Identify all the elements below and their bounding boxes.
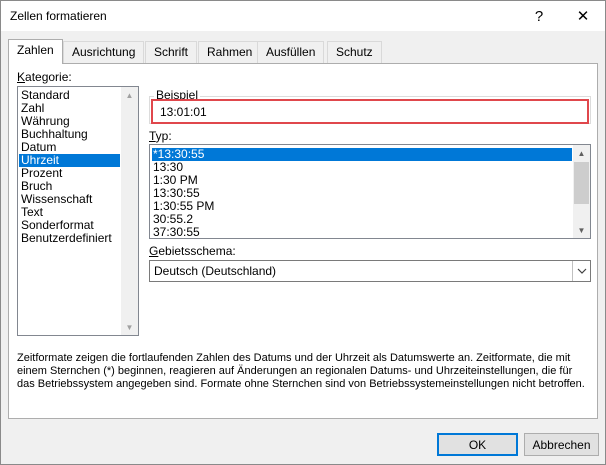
list-item[interactable]: Benutzerdefiniert — [19, 232, 120, 245]
list-item[interactable]: 1:30:55 PM — [152, 200, 572, 213]
category-label: Kategorie: — [17, 70, 72, 84]
sample-value: 13:01:01 — [160, 105, 207, 119]
close-icon: ✕ — [576, 8, 590, 25]
tab-zahlen[interactable]: Zahlen — [8, 39, 63, 64]
scroll-down-arrow-icon[interactable]: ▼ — [573, 222, 590, 238]
tab-panel-zahlen: Kategorie: Standard Zahl Währung Buchhal… — [8, 63, 598, 419]
type-list[interactable]: *13:30:55 13:30 1:30 PM 13:30:55 1:30:55… — [149, 144, 591, 239]
category-scrollbar[interactable]: ▲ ▼ — [121, 87, 138, 335]
scroll-thumb[interactable] — [574, 162, 589, 204]
format-cells-dialog: Zellen formatieren ? ✕ Zahlen Ausrichtun… — [0, 0, 606, 465]
list-item[interactable]: 30:55.2 — [152, 213, 572, 226]
list-item[interactable]: 37:30:55 — [152, 226, 572, 239]
close-button[interactable]: ✕ — [561, 1, 605, 31]
list-item-selected[interactable]: *13:30:55 — [152, 148, 572, 161]
sample-highlight-box: 13:01:01 — [151, 99, 589, 124]
scroll-up-arrow-icon[interactable]: ▲ — [573, 145, 590, 161]
locale-value: Deutsch (Deutschland) — [154, 264, 277, 278]
dialog-title: Zellen formatieren — [10, 9, 107, 23]
list-item[interactable]: 13:30:55 — [152, 187, 572, 200]
format-description: Zeitformate zeigen die fortlaufenden Zah… — [17, 352, 585, 390]
list-item[interactable]: 1:30 PM — [152, 174, 572, 187]
tab-schutz[interactable]: Schutz — [327, 41, 382, 63]
scroll-down-arrow-icon[interactable]: ▼ — [121, 319, 138, 335]
type-label: Typ: — [149, 129, 172, 143]
locale-label: Gebietsschema: — [149, 244, 236, 258]
tab-ausrichtung[interactable]: Ausrichtung — [63, 41, 145, 63]
locale-dropdown[interactable]: Deutsch (Deutschland) — [149, 260, 591, 282]
tab-ausfuellen[interactable]: Ausfüllen — [257, 41, 325, 63]
cancel-button[interactable]: Abbrechen — [524, 433, 599, 456]
tab-rahmen[interactable]: Rahmen — [198, 41, 262, 63]
tab-schrift[interactable]: Schrift — [145, 41, 198, 63]
chevron-down-icon[interactable] — [572, 261, 590, 281]
ok-button[interactable]: OK — [437, 433, 518, 456]
title-bar: Zellen formatieren ? ✕ — [1, 1, 605, 31]
category-list[interactable]: Standard Zahl Währung Buchhaltung Datum … — [17, 86, 139, 336]
help-button[interactable]: ? — [517, 1, 561, 31]
list-item[interactable]: 13:30 — [152, 161, 572, 174]
type-scrollbar[interactable]: ▲ ▼ — [573, 145, 590, 238]
scroll-up-arrow-icon[interactable]: ▲ — [121, 87, 138, 103]
